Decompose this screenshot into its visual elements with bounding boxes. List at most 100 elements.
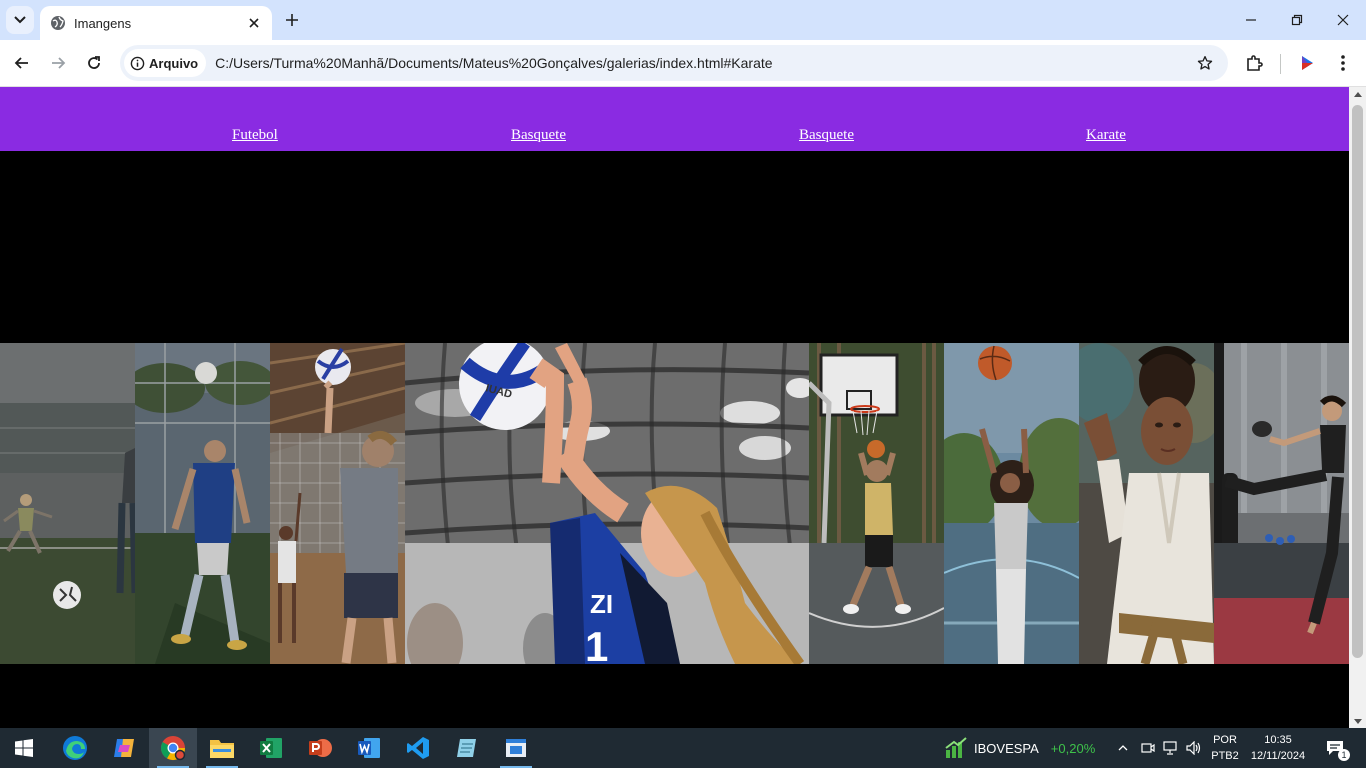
ticker-name: IBOVESPA [974,740,1039,756]
arrow-right-icon [52,57,66,69]
extensions-button[interactable] [1239,48,1269,78]
word-icon [358,738,380,758]
taskbar-word[interactable] [345,728,393,768]
star-icon [1197,56,1213,70]
new-tab-button[interactable] [280,8,304,32]
close-icon [1337,14,1349,26]
minimize-button[interactable] [1228,0,1274,40]
image-gallery: IUAD ZI 1 [0,343,1349,664]
close-icon [249,18,259,28]
vscode-icon [407,737,429,759]
forward-button[interactable] [43,48,73,78]
excel-icon [260,738,282,758]
start-button[interactable] [0,728,48,768]
gallery-photo-soccer-girls[interactable] [0,343,135,664]
notification-count-badge: 1 [1338,749,1350,761]
back-button[interactable] [7,48,37,78]
windows-taskbar: IBOVESPA +0,20% POR PTB2 10:35 12/11/202… [0,728,1366,768]
gallery-photo-girl-basketball[interactable] [944,343,1079,664]
globe-icon [51,16,65,30]
gallery-photo-kickboxing[interactable] [1214,343,1349,664]
plus-icon [286,14,298,26]
gallery-photo-boy-volleyball[interactable] [270,343,405,664]
camera-icon [1141,743,1155,753]
taskbar-notepad[interactable] [443,728,491,768]
notifications-button[interactable]: 1 [1318,728,1352,768]
window-app-icon [506,739,526,757]
taskbar-excel[interactable] [247,728,295,768]
gallery-photo-girl-volleyball[interactable]: IUAD ZI 1 [405,343,809,664]
caret-up-icon [1353,91,1362,97]
scroll-up-arrow[interactable] [1349,87,1366,101]
taskbar-app[interactable] [492,728,540,768]
nav-link-basquete-2[interactable]: Basquete [799,127,854,144]
taskbar-vscode[interactable] [394,728,442,768]
scroll-down-arrow[interactable] [1349,714,1366,728]
site-info-chip[interactable]: Arquivo [124,49,207,77]
notepad-icon [457,739,476,757]
arrow-left-icon [14,57,28,69]
browser-tab[interactable]: Imangens [40,6,272,40]
meet-now-button[interactable] [1137,728,1159,768]
nav-link-basquete[interactable]: Basquete [511,127,566,144]
media-button[interactable] [1292,48,1322,78]
input-language-indicator[interactable]: POR PTB2 [1208,732,1242,764]
stock-ticker-widget[interactable]: IBOVESPA +0,20% [944,728,1095,768]
info-icon [130,56,145,70]
nav-link-karate[interactable]: Karate [1086,127,1126,144]
puzzle-icon [1247,55,1263,71]
network-button[interactable] [1160,728,1182,768]
chrome-icon [160,736,186,761]
caret-down-icon [1353,718,1362,724]
toolbar-divider [1280,54,1281,74]
language-code: POR [1213,734,1237,746]
show-hidden-icons-button[interactable] [1112,728,1134,768]
taskbar-file-explorer[interactable] [198,728,246,768]
restore-button[interactable] [1274,0,1320,40]
keyboard-layout: PTB2 [1211,750,1239,762]
gallery-photo-boy-basketball[interactable] [809,343,944,664]
page-scrollbar[interactable] [1349,87,1366,728]
volume-button[interactable] [1183,728,1205,768]
gallery-photo-soccer-heading[interactable] [135,343,270,664]
copilot-icon [114,739,134,757]
trend-chart-icon [945,737,967,758]
folder-icon [210,740,234,758]
play-icon [1302,56,1313,70]
bookmark-button[interactable] [1190,48,1220,78]
address-bar[interactable]: Arquivo C:/Users/Turma%20Manhã/Documents… [120,45,1228,81]
svg-text:ZI: ZI [590,589,613,619]
site-navbar: Futebol Basquete Basquete Karate [0,87,1349,151]
minimize-icon [1246,19,1256,21]
nav-link-futebol[interactable]: Futebol [232,127,278,144]
ticker-change: +0,20% [1050,740,1096,756]
svg-text:1: 1 [585,623,608,664]
clock-time: 10:35 [1264,734,1292,746]
network-icon [1163,741,1177,755]
edge-icon [63,736,87,760]
windows-logo-icon [15,739,33,757]
page-content: Futebol Basquete Basquete Karate IUAD ZI… [0,87,1349,728]
restore-icon [1291,14,1303,26]
tab-close-button[interactable] [246,15,262,31]
tab-search-button[interactable] [6,6,34,34]
browser-toolbar: Arquivo C:/Users/Turma%20Manhã/Documents… [0,40,1366,87]
more-vert-icon [1341,55,1345,71]
taskbar-edge[interactable] [51,728,99,768]
url-text[interactable]: C:/Users/Turma%20Manhã/Documents/Mateus%… [215,55,1190,71]
taskbar-copilot[interactable] [100,728,148,768]
tab-strip: Imangens [0,0,1366,40]
scrollbar-thumb[interactable] [1352,105,1363,658]
menu-button[interactable] [1328,48,1358,78]
system-clock[interactable]: 10:35 12/11/2024 [1246,732,1310,764]
close-window-button[interactable] [1320,0,1366,40]
reload-icon [88,56,100,69]
reload-button[interactable] [79,48,109,78]
taskbar-powerpoint[interactable] [296,728,344,768]
taskbar-chrome[interactable] [149,728,197,768]
powerpoint-icon [309,739,332,757]
chevron-up-icon [1118,745,1128,751]
tab-title: Imangens [74,15,132,31]
speaker-icon [1186,741,1201,755]
gallery-photo-karate-girl[interactable] [1079,343,1214,664]
